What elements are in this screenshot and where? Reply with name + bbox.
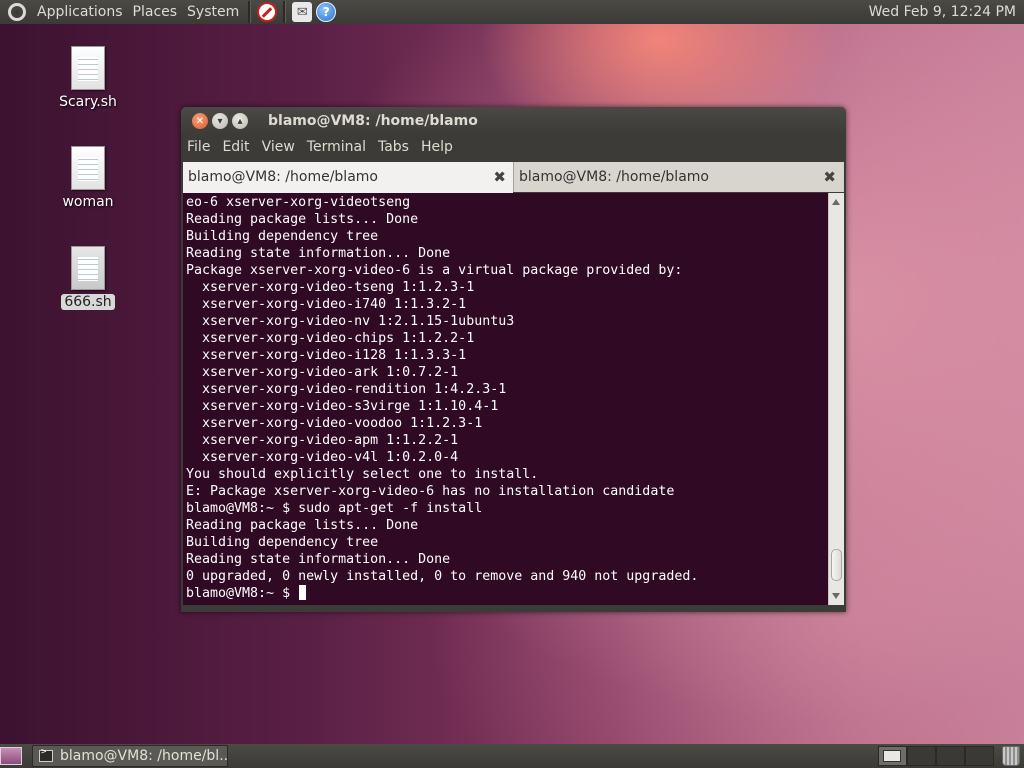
window-titlebar[interactable]: ✕ ▾ ▴ blamo@VM8: /home/blamo bbox=[181, 107, 846, 135]
desktop-icon-woman[interactable]: woman bbox=[48, 146, 128, 210]
terminal-line: xserver-xorg-video-ark 1:0.7.2-1 bbox=[186, 365, 459, 380]
close-window-button[interactable]: ✕ bbox=[192, 113, 208, 129]
text-file-icon bbox=[71, 146, 105, 190]
scroll-up-arrow-icon[interactable] bbox=[832, 199, 840, 205]
minimize-window-button[interactable]: ▾ bbox=[212, 113, 228, 129]
panel-separator bbox=[283, 1, 287, 23]
workspace-4[interactable] bbox=[965, 746, 994, 766]
terminal-line: E: Package xserver-xorg-video-6 has no i… bbox=[186, 484, 675, 499]
script-file-icon bbox=[71, 246, 105, 290]
tab-label: blamo@VM8: /home/blamo bbox=[188, 169, 378, 185]
maximize-window-button[interactable]: ▴ bbox=[232, 113, 248, 129]
terminal-prompt: blamo@VM8:~ $ bbox=[186, 586, 299, 601]
menu-places[interactable]: Places bbox=[128, 0, 183, 24]
terminal-line: Package xserver-xorg-video-6 is a virtua… bbox=[186, 263, 683, 278]
clock[interactable]: Wed Feb 9, 12:24 PM bbox=[869, 4, 1024, 20]
terminal-line: eo-6 xserver-xorg-videotseng bbox=[186, 195, 411, 210]
terminal-line: xserver-xorg-video-rendition 1:4.2.3-1 bbox=[186, 382, 507, 397]
workspace-2[interactable] bbox=[907, 746, 936, 766]
workspace-switcher bbox=[878, 746, 994, 766]
bottom-panel: blamo@VM8: /home/bl... bbox=[0, 744, 1024, 768]
scroll-down-arrow-icon[interactable] bbox=[832, 593, 840, 599]
workspace-1[interactable] bbox=[878, 746, 907, 766]
close-tab-icon[interactable]: ✖ bbox=[823, 162, 836, 192]
terminal-line: xserver-xorg-video-s3virge 1:1.10.4-1 bbox=[186, 399, 499, 414]
terminal-icon bbox=[39, 747, 53, 762]
window-title: blamo@VM8: /home/blamo bbox=[268, 113, 478, 129]
terminal-line: xserver-xorg-video-voodoo 1:1.2.3-1 bbox=[186, 416, 483, 431]
trash-icon[interactable] bbox=[1002, 746, 1020, 766]
terminal-line: You should explicitly select one to inst… bbox=[186, 467, 539, 482]
no-entry-icon[interactable] bbox=[257, 2, 278, 22]
tab-terminal-1[interactable]: blamo@VM8: /home/blamo ✖ bbox=[183, 162, 513, 193]
panel-separator bbox=[248, 1, 252, 23]
menu-help[interactable]: Help bbox=[415, 135, 459, 160]
menu-file[interactable]: File bbox=[181, 135, 216, 160]
terminal-line: Building dependency tree bbox=[186, 229, 379, 244]
workspace-3[interactable] bbox=[936, 746, 965, 766]
terminal-line: xserver-xorg-video-v4l 1:0.2.0-4 bbox=[186, 450, 459, 465]
tab-label: blamo@VM8: /home/blamo bbox=[519, 169, 709, 185]
menu-edit[interactable]: Edit bbox=[216, 135, 255, 160]
help-icon[interactable]: ? bbox=[316, 2, 337, 22]
menu-applications[interactable]: Applications bbox=[32, 0, 128, 24]
terminal-line: xserver-xorg-video-i740 1:1.3.2-1 bbox=[186, 297, 467, 312]
terminal-line: Reading state information... Done bbox=[186, 552, 451, 567]
tab-terminal-2[interactable]: blamo@VM8: /home/blamo ✖ bbox=[513, 162, 843, 192]
desktop-icon-label: 666.sh bbox=[61, 294, 115, 310]
terminal-line: xserver-xorg-video-tseng 1:1.2.3-1 bbox=[186, 280, 475, 295]
terminal-window: ✕ ▾ ▴ blamo@VM8: /home/blamo File Edit V… bbox=[181, 107, 846, 612]
text-cursor bbox=[299, 585, 307, 600]
terminal-line: Building dependency tree bbox=[186, 535, 379, 550]
menu-tabs[interactable]: Tabs bbox=[372, 135, 415, 160]
terminal-line: blamo@VM8:~ $ sudo apt-get -f install bbox=[186, 501, 483, 516]
terminal-line: Reading package lists... Done bbox=[186, 212, 419, 227]
terminal-line: Reading package lists... Done bbox=[186, 518, 419, 533]
script-file-icon bbox=[71, 46, 105, 90]
menu-view[interactable]: View bbox=[256, 135, 301, 160]
menu-system[interactable]: System bbox=[182, 0, 244, 24]
terminal-prompt-line: blamo@VM8:~ $ bbox=[186, 585, 828, 602]
terminal-line: xserver-xorg-video-i128 1:1.3.3-1 bbox=[186, 348, 467, 363]
desktop-icon-scary-sh[interactable]: Scary.sh bbox=[48, 46, 128, 110]
close-tab-icon[interactable]: ✖ bbox=[493, 162, 506, 192]
terminal-output[interactable]: eo-6 xserver-xorg-videotseng Reading pack… bbox=[183, 193, 828, 605]
terminal-line: xserver-xorg-video-chips 1:1.2.2-1 bbox=[186, 331, 475, 346]
desktop-icon-label: woman bbox=[62, 194, 114, 210]
terminal-line: Reading state information... Done bbox=[186, 246, 451, 261]
mail-icon[interactable]: ✉ bbox=[292, 2, 313, 22]
tab-bar: blamo@VM8: /home/blamo ✖ blamo@VM8: /hom… bbox=[183, 162, 844, 193]
taskbar-item-terminal[interactable]: blamo@VM8: /home/bl... bbox=[32, 745, 228, 767]
top-panel: Applications Places System ✉ ? Wed Feb 9… bbox=[0, 0, 1024, 24]
terminal-line: 0 upgraded, 0 newly installed, 0 to remo… bbox=[186, 569, 699, 584]
terminal-scrollbar[interactable] bbox=[828, 193, 844, 605]
ubuntu-logo-icon[interactable] bbox=[8, 3, 26, 21]
window-menubar: File Edit View Terminal Tabs Help bbox=[181, 135, 846, 160]
scrollbar-thumb[interactable] bbox=[831, 549, 842, 581]
terminal-line: xserver-xorg-video-apm 1:1.2.2-1 bbox=[186, 433, 459, 448]
desktop-icon-label: Scary.sh bbox=[59, 94, 117, 110]
show-desktop-icon[interactable] bbox=[0, 747, 22, 765]
desktop-icon-666-sh[interactable]: 666.sh bbox=[48, 246, 128, 310]
taskbar-item-label: blamo@VM8: /home/bl... bbox=[60, 748, 228, 764]
terminal-line: xserver-xorg-video-nv 1:2.1.15-1ubuntu3 bbox=[186, 314, 515, 329]
menu-terminal[interactable]: Terminal bbox=[301, 135, 372, 160]
